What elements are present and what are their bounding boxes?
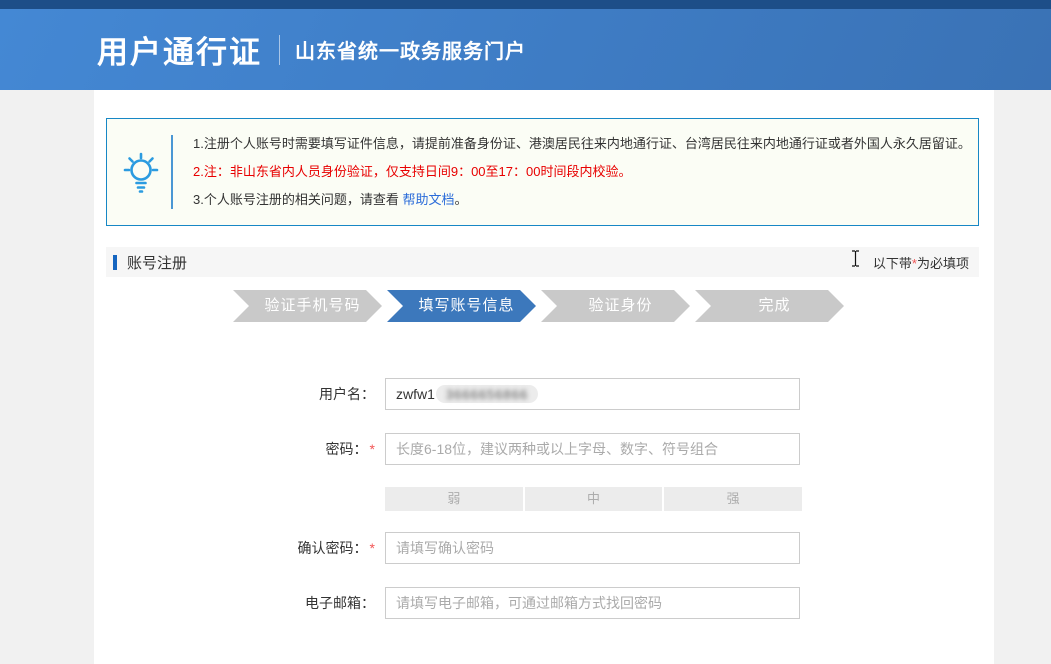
- password-label: 密码：*: [94, 433, 375, 465]
- notice-line-3-text: 3.个人账号注册的相关问题，请查看: [193, 192, 402, 207]
- notice-line-1: 1.注册个人账号时需要填写证件信息，请提前准备身份证、港澳居民往来内地通行证、台…: [193, 130, 966, 158]
- header: 用户通行证 山东省统一政务服务门户: [0, 0, 1051, 90]
- notice-line-3: 3.个人账号注册的相关问题，请查看 帮助文档。: [193, 186, 966, 214]
- username-input[interactable]: zwfw1 3666656866: [385, 378, 800, 410]
- username-label: 用户名：: [94, 378, 375, 410]
- step-fill-account-info: 填写账号信息: [387, 290, 536, 322]
- strength-strong: 强: [664, 487, 802, 511]
- section-marker: [113, 255, 117, 270]
- header-top-strip: [0, 0, 1051, 9]
- header-title-divider: [279, 35, 280, 65]
- section-title: 账号注册: [127, 252, 187, 273]
- password-strength-meter: 弱 中 强: [385, 487, 802, 511]
- email-row: 电子邮箱：: [94, 587, 994, 619]
- portal-subtitle: 山东省统一政务服务门户: [295, 35, 526, 64]
- password-required-star: *: [370, 441, 375, 457]
- confirm-password-label-text: 确认密码：: [298, 540, 368, 556]
- help-doc-link[interactable]: 帮助文档: [402, 192, 454, 207]
- confirm-password-row: 确认密码：*: [94, 532, 994, 564]
- section-bar: 账号注册 以下带*为必填项: [106, 247, 979, 277]
- email-label: 电子邮箱：: [94, 587, 375, 619]
- notice-divider: [171, 135, 173, 209]
- username-redacted-blur: 3666656866: [436, 385, 538, 403]
- confirm-password-input[interactable]: [385, 532, 800, 564]
- notice-box: 1.注册个人账号时需要填写证件信息，请提前准备身份证、港澳居民往来内地通行证、台…: [106, 118, 979, 226]
- lightbulb-icon: [115, 119, 167, 225]
- confirm-password-label: 确认密码：*: [94, 532, 375, 564]
- required-note-suffix: 为必填项: [917, 256, 969, 271]
- username-row: 用户名： zwfw1 3666656866: [94, 378, 994, 410]
- step-complete: 完成: [695, 290, 844, 322]
- required-fields-note: 以下带*为必填项: [873, 253, 969, 272]
- notice-text: 1.注册个人账号时需要填写证件信息，请提前准备身份证、港澳居民往来内地通行证、台…: [193, 130, 966, 214]
- username-value: zwfw1: [396, 386, 435, 402]
- email-label-text: 电子邮箱：: [305, 595, 375, 611]
- required-note-prefix: 以下带: [873, 256, 912, 271]
- notice-line-3-period: 。: [454, 192, 467, 207]
- password-row: 密码：*: [94, 433, 994, 465]
- strength-medium: 中: [525, 487, 663, 511]
- strength-weak: 弱: [385, 487, 523, 511]
- ibeam-cursor-icon: [851, 250, 860, 272]
- password-label-text: 密码：: [326, 441, 368, 457]
- content-card: 1.注册个人账号时需要填写证件信息，请提前准备身份证、港澳居民往来内地通行证、台…: [94, 90, 994, 664]
- email-input[interactable]: [385, 587, 800, 619]
- step-verify-phone: 验证手机号码: [233, 290, 382, 322]
- header-inner: 用户通行证 山东省统一政务服务门户: [0, 9, 1051, 90]
- step-verify-identity: 验证身份: [541, 290, 690, 322]
- registration-steps: 验证手机号码 填写账号信息 验证身份 完成: [233, 290, 844, 322]
- notice-line-2-warning: 2.注：非山东省内人员身份验证，仅支持日间9：00至17：00时间段内校验。: [193, 158, 966, 186]
- page-title: 用户通行证: [97, 27, 262, 72]
- confirm-required-star: *: [370, 540, 375, 556]
- password-input[interactable]: [385, 433, 800, 465]
- username-label-text: 用户名：: [319, 386, 375, 402]
